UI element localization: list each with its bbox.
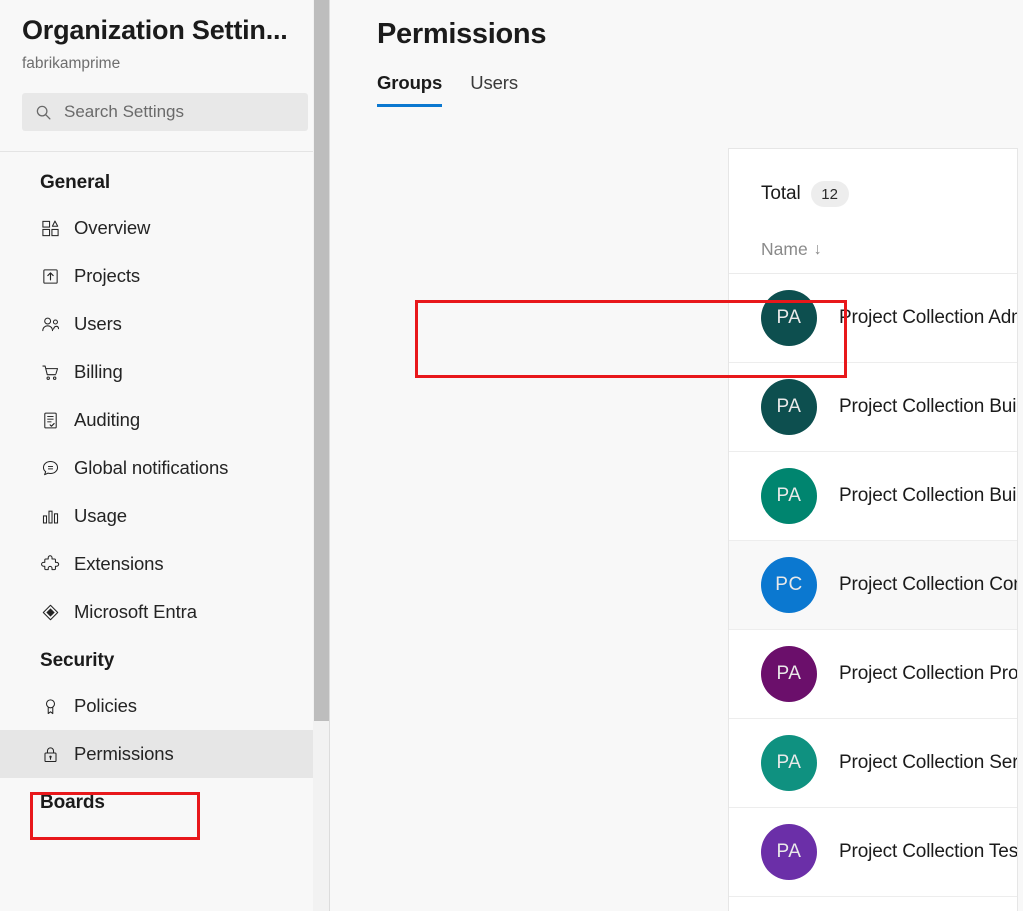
- sort-descending-icon: ↓: [813, 240, 822, 258]
- nav-section-general: General: [40, 172, 111, 194]
- sidebar-item-policies[interactable]: Policies: [0, 682, 330, 730]
- users-icon: [40, 314, 60, 334]
- group-name: Project Collection Administrators: [839, 307, 1017, 328]
- tab-users[interactable]: Users: [470, 72, 518, 107]
- avatar: PA: [761, 468, 817, 524]
- sidebar-item-projects[interactable]: Projects: [0, 252, 330, 300]
- sidebar-item-overview[interactable]: Overview: [0, 204, 330, 252]
- sidebar-item-label: Microsoft Entra: [74, 601, 197, 623]
- avatar: PA: [761, 646, 817, 702]
- projects-icon: [40, 266, 60, 286]
- total-count-badge: 12: [810, 181, 849, 207]
- notifications-icon: [40, 458, 60, 478]
- tab-label: Groups: [377, 72, 443, 93]
- organization-title: Organization Settin...: [22, 15, 288, 45]
- column-header-name[interactable]: Name ↓: [761, 239, 822, 260]
- table-row[interactable]: PA Project Collection Service Accounts: [729, 719, 1017, 808]
- avatar: PA: [761, 379, 817, 435]
- table-column-header: Name ↓: [729, 207, 1017, 274]
- sidebar-item-label: Permissions: [74, 743, 174, 765]
- search-box[interactable]: [22, 93, 308, 132]
- group-name: Project Collection Contributors: [839, 574, 1017, 595]
- permissions-tabs: Groups Users: [377, 72, 1023, 107]
- avatar-initials: PA: [776, 841, 802, 862]
- organization-name: fabrikamprime: [22, 54, 121, 72]
- sidebar-nav: General Overview Projects Users Billing …: [0, 152, 330, 824]
- sidebar-item-label: Extensions: [74, 553, 164, 575]
- sidebar-item-billing[interactable]: Billing: [0, 348, 330, 396]
- sidebar-item-label: Billing: [74, 361, 123, 383]
- settings-sidebar: Organization Settin... fabrikamprime Gen…: [0, 0, 330, 911]
- avatar-initials: PA: [776, 307, 802, 328]
- table-row[interactable]: PC Project Collection Contributors: [729, 541, 1017, 630]
- table-row[interactable]: PA Project Collection Proxy Service Acco…: [729, 630, 1017, 719]
- auditing-icon: [40, 410, 60, 430]
- avatar: PA: [761, 824, 817, 880]
- table-row[interactable]: PA Project Collection Administrators: [729, 274, 1017, 363]
- sidebar-item-label: Users: [74, 313, 122, 335]
- sidebar-item-permissions[interactable]: Permissions: [0, 730, 330, 779]
- sidebar-item-users[interactable]: Users: [0, 300, 330, 348]
- table-row[interactable]: PA Project Collection Build Administrato…: [729, 363, 1017, 452]
- sidebar-header: Organization Settin... fabrikamprime: [0, 0, 330, 73]
- sidebar-scrollbar-thumb[interactable]: [314, 0, 329, 721]
- table-row[interactable]: PA Project Collection Build Service Acco…: [729, 452, 1017, 541]
- sidebar-item-label: Policies: [74, 695, 137, 717]
- avatar-initials: PA: [776, 485, 802, 506]
- group-name: Project Collection Proxy Service Account…: [839, 663, 1018, 684]
- tab-groups[interactable]: Groups: [377, 72, 443, 107]
- avatar: PA: [761, 290, 817, 346]
- groups-table: PA Project Collection Administrators PA …: [729, 274, 1017, 897]
- sidebar-item-microsoft-entra[interactable]: Microsoft Entra: [0, 588, 330, 636]
- avatar: PA: [761, 735, 817, 791]
- group-name: Project Collection Service Accounts: [839, 752, 1018, 773]
- app-root: Organization Settin... fabrikamprime Gen…: [0, 0, 1023, 911]
- avatar-initials: PA: [776, 663, 802, 684]
- column-header-label: Name: [761, 239, 808, 259]
- total-summary: Total 12: [729, 149, 1017, 207]
- table-row[interactable]: PA Project Collection Test Service Accou…: [729, 808, 1017, 897]
- microsoft-entra-icon: [40, 602, 60, 622]
- sidebar-item-label: Overview: [74, 217, 151, 239]
- sidebar-item-auditing[interactable]: Auditing: [0, 396, 330, 444]
- page-title: Permissions: [377, 18, 547, 50]
- sidebar-item-usage[interactable]: Usage: [0, 492, 330, 540]
- extensions-icon: [40, 554, 60, 574]
- avatar: PC: [761, 557, 817, 613]
- sidebar-item-label: Global notifications: [74, 457, 229, 479]
- sidebar-item-label: Usage: [74, 505, 127, 527]
- billing-cart-icon: [40, 362, 60, 382]
- nav-section-security: Security: [40, 650, 115, 672]
- avatar-initials: PA: [776, 752, 802, 773]
- overview-icon: [40, 218, 60, 238]
- usage-chart-icon: [40, 506, 60, 526]
- total-label: Total: [761, 183, 801, 204]
- sidebar-edge-divider: [329, 0, 330, 911]
- sidebar-item-extensions[interactable]: Extensions: [0, 540, 330, 588]
- tab-label: Users: [470, 72, 518, 93]
- sidebar-scrollbar-track[interactable]: [313, 0, 330, 911]
- avatar-initials: PC: [775, 574, 803, 595]
- sidebar-item-label: Projects: [74, 265, 141, 287]
- permissions-lock-icon: [40, 744, 60, 764]
- sidebar-item-label: Auditing: [74, 409, 141, 431]
- group-name: Project Collection Build Administrators: [839, 396, 1017, 417]
- search-icon: [35, 104, 52, 121]
- nav-section-boards: Boards: [40, 792, 105, 814]
- sidebar-item-global-notifications[interactable]: Global notifications: [0, 444, 330, 492]
- policies-ribbon-icon: [40, 696, 60, 716]
- main-content: Permissions Groups Users Total 12 Name ↓: [330, 0, 1023, 911]
- avatar-initials: PA: [776, 396, 802, 417]
- search-container: [0, 73, 330, 132]
- groups-card: Total 12 Name ↓ PA Project Collection Ad…: [728, 148, 1018, 911]
- group-name: Project Collection Test Service Accounts: [839, 841, 1018, 862]
- search-input[interactable]: [64, 102, 295, 123]
- group-name: Project Collection Build Service Account…: [839, 485, 1017, 506]
